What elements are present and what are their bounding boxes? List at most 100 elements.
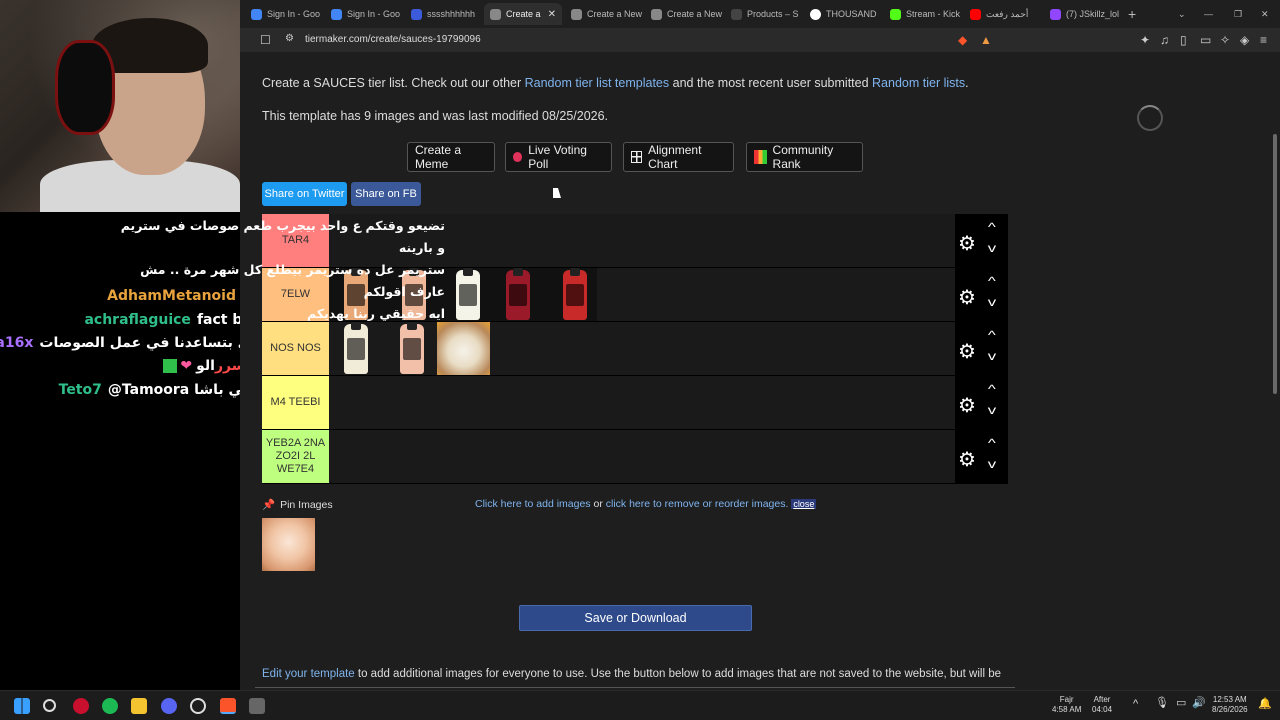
create-meme-button[interactable]: Create a Meme bbox=[407, 142, 495, 172]
shop-icon bbox=[731, 8, 742, 20]
browser-tab[interactable]: sssshhhhhh bbox=[405, 3, 483, 25]
mic-icon[interactable]: 🎙 bbox=[1155, 698, 1169, 709]
tiermaker-icon bbox=[571, 8, 582, 20]
site-info-icon[interactable]: ⚙ bbox=[285, 33, 294, 44]
browser-tab[interactable]: THOUSAND bbox=[804, 3, 882, 25]
pin-images[interactable]: 📌 Pin Images bbox=[262, 498, 333, 511]
unranked-sauce-image[interactable] bbox=[262, 518, 315, 571]
divider bbox=[255, 687, 1015, 688]
wallet-icon[interactable]: ▭ bbox=[1200, 33, 1211, 47]
gear-icon[interactable]: ⚙ bbox=[958, 447, 976, 472]
heart-icon: ❤ bbox=[180, 358, 193, 374]
browser-tab[interactable]: Sign In - Goo bbox=[245, 3, 323, 25]
windows-start-icon[interactable] bbox=[14, 698, 30, 714]
notification-icon[interactable]: 🔔 bbox=[1258, 699, 1272, 710]
close-window-icon[interactable]: ✕ bbox=[1255, 3, 1275, 25]
media-icon[interactable]: ♫ bbox=[1160, 33, 1169, 47]
menu-icon[interactable]: ≡ bbox=[1260, 33, 1267, 47]
sidebar-icon[interactable]: ▯ bbox=[1180, 33, 1187, 47]
chevron-down-icon[interactable]: v bbox=[988, 295, 996, 309]
share-fb-button[interactable]: Share on FB bbox=[351, 182, 421, 206]
community-rank-button[interactable]: Community Rank bbox=[746, 142, 863, 172]
address-bar: ☐ ⚙ tiermaker.com/create/sauces-19799096… bbox=[240, 28, 1280, 52]
chevron-up-icon[interactable]: ^ bbox=[988, 436, 996, 450]
minimize-icon[interactable]: — bbox=[1198, 3, 1218, 25]
headphones bbox=[55, 40, 115, 135]
edit-template-link[interactable]: Edit your template bbox=[262, 668, 355, 680]
random-templates-link[interactable]: Random tier list templates bbox=[525, 76, 670, 90]
browser-tab[interactable]: Sign In - Goo bbox=[325, 3, 403, 25]
browser-tab[interactable]: Create a New bbox=[565, 3, 643, 25]
sauce-image[interactable] bbox=[563, 268, 587, 320]
template-info: This template has 9 images and was last … bbox=[262, 109, 609, 123]
maximize-icon[interactable]: ❐ bbox=[1228, 3, 1248, 25]
tab-list-icon[interactable]: ⌄ bbox=[1172, 3, 1192, 25]
brave-shield-icon[interactable]: ◆ bbox=[958, 33, 967, 47]
app-icon[interactable] bbox=[249, 698, 265, 714]
tier-controls: ⚙ ^ v bbox=[955, 376, 1008, 429]
sauce-image[interactable] bbox=[400, 322, 424, 374]
page-scrollbar[interactable] bbox=[1270, 52, 1280, 690]
chevron-up-icon[interactable]: ^ bbox=[988, 274, 996, 288]
browser-tab[interactable]: أحمد رفعت bbox=[964, 3, 1042, 25]
chevron-up-icon[interactable]: ^ bbox=[988, 220, 996, 234]
vpn-icon[interactable]: ◈ bbox=[1240, 33, 1249, 47]
gear-icon[interactable]: ⚙ bbox=[958, 285, 976, 310]
chevron-down-icon[interactable]: v bbox=[988, 241, 996, 255]
browser-tab-active[interactable]: Create a ✕ bbox=[484, 3, 562, 25]
app-icon[interactable] bbox=[73, 698, 89, 714]
discord-icon[interactable] bbox=[161, 698, 177, 714]
sauce-image[interactable] bbox=[456, 268, 480, 320]
tier-label[interactable]: NOS NOS bbox=[262, 322, 329, 375]
clock[interactable]: 12:53 AM 8/26/2026 bbox=[1212, 695, 1248, 715]
tier-items bbox=[330, 322, 490, 375]
chevron-up-icon[interactable]: ^ bbox=[1133, 699, 1138, 710]
chevron-down-icon[interactable]: v bbox=[988, 457, 996, 471]
remove-images-link[interactable]: click here to remove or reorder images. bbox=[606, 498, 789, 510]
gear-icon[interactable]: ⚙ bbox=[958, 393, 976, 418]
loading-spinner-icon bbox=[1137, 105, 1163, 131]
bookmark-icon[interactable]: ☐ bbox=[260, 33, 271, 47]
sauce-bowl-image[interactable] bbox=[437, 322, 490, 375]
record-icon bbox=[513, 152, 523, 162]
url-field[interactable]: tiermaker.com/create/sauces-19799096 bbox=[305, 34, 481, 45]
chevron-down-icon[interactable]: v bbox=[988, 403, 996, 417]
chevron-down-icon[interactable]: v bbox=[988, 349, 996, 363]
search-icon[interactable] bbox=[43, 699, 56, 712]
chat-overlay-line: ايه حقيقي ربنا يهديكم bbox=[307, 306, 445, 321]
chevron-up-icon[interactable]: ^ bbox=[988, 382, 996, 396]
tier-label[interactable]: YEB2A 2NA ZO2I 2L WE7E4 bbox=[262, 430, 329, 483]
prayer-time: Fajr 4:58 AM bbox=[1052, 695, 1082, 714]
sauce-image[interactable] bbox=[344, 322, 368, 374]
alignment-chart-button[interactable]: Alignment Chart bbox=[623, 142, 734, 172]
save-download-button[interactable]: Save or Download bbox=[519, 605, 752, 631]
sauce-image[interactable] bbox=[506, 268, 530, 320]
close-link[interactable]: close bbox=[791, 499, 817, 509]
share-twitter-button[interactable]: Share on Twitter bbox=[262, 182, 347, 206]
close-tab-icon[interactable]: ✕ bbox=[548, 9, 556, 20]
badge-icon bbox=[163, 359, 178, 373]
browser-tab[interactable]: (7) JSkillz_lol bbox=[1044, 3, 1122, 25]
leo-icon[interactable]: ✧ bbox=[1220, 33, 1230, 47]
tier-label[interactable]: M4 TEEBI bbox=[262, 376, 329, 429]
volume-icon[interactable]: 🔊 bbox=[1192, 698, 1206, 709]
app-icon[interactable] bbox=[190, 698, 206, 714]
chevron-up-icon[interactable]: ^ bbox=[988, 328, 996, 342]
live-poll-button[interactable]: Live Voting Poll bbox=[505, 142, 612, 172]
gear-icon[interactable]: ⚙ bbox=[958, 339, 976, 364]
browser-tab[interactable]: Products – S bbox=[725, 3, 803, 25]
browser-window: Sign In - Goo Sign In - Goo sssshhhhhh C… bbox=[240, 0, 1280, 690]
rewards-icon[interactable]: ▲ bbox=[980, 33, 992, 47]
network-icon[interactable]: ▭ bbox=[1176, 698, 1186, 709]
spotify-icon[interactable] bbox=[102, 698, 118, 714]
file-explorer-icon[interactable] bbox=[131, 698, 147, 714]
browser-tab[interactable]: Stream - Kick bbox=[884, 3, 962, 25]
browser-tab[interactable]: Create a New bbox=[645, 3, 723, 25]
add-images-link[interactable]: Click here to add images bbox=[475, 498, 591, 510]
new-tab-button[interactable]: + bbox=[1122, 3, 1142, 25]
random-tier-lists-link[interactable]: Random tier lists bbox=[872, 76, 965, 90]
gear-icon[interactable]: ⚙ bbox=[958, 231, 976, 256]
brave-icon[interactable] bbox=[220, 698, 236, 714]
pin-icon: 📌 bbox=[262, 499, 276, 511]
extensions-icon[interactable]: ✦ bbox=[1140, 33, 1150, 47]
